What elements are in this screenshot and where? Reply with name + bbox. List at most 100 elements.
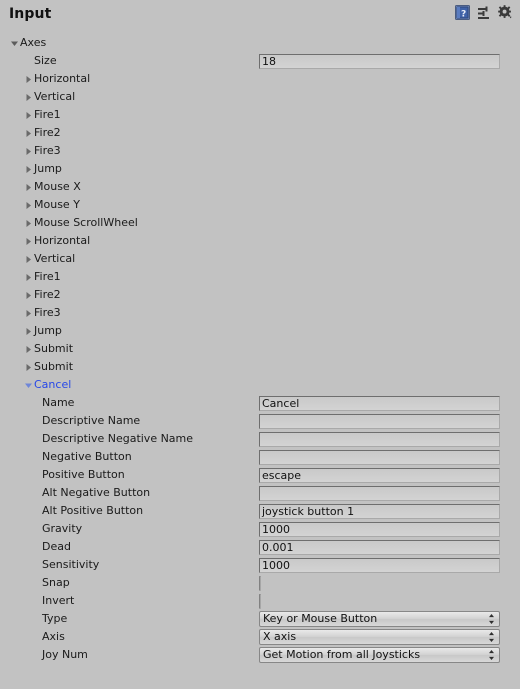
tree-item-submit[interactable]: Submit	[0, 358, 520, 376]
tree-item-label: Fire2	[34, 126, 61, 139]
triangle-right-icon[interactable]	[23, 286, 34, 304]
updown-arrow-icon	[488, 650, 495, 661]
tree-root-axes[interactable]: Axes	[0, 34, 520, 52]
tree-item-label: Submit	[34, 360, 74, 373]
property-row-gravity: Gravity 1000	[0, 520, 520, 538]
property-row-type: Type Key or Mouse Button	[0, 610, 520, 628]
tree-item-label: Fire2	[34, 288, 61, 301]
tree-item-label: Mouse Y	[34, 198, 80, 211]
tree-item-submit[interactable]: Submit	[0, 340, 520, 358]
tree-item-fire3[interactable]: Fire3	[0, 304, 520, 322]
property-label-positive-button: Positive Button	[42, 468, 125, 481]
property-row-snap: Snap	[0, 574, 520, 592]
tree-item-cancel[interactable]: Cancel	[0, 376, 520, 394]
updown-arrow-icon	[488, 632, 495, 643]
tree-item-vertical[interactable]: Vertical	[0, 88, 520, 106]
tree-item-fire1[interactable]: Fire1	[0, 268, 520, 286]
tree-item-vertical[interactable]: Vertical	[0, 250, 520, 268]
triangle-right-icon[interactable]	[23, 322, 34, 340]
property-control-negative-button	[259, 449, 500, 465]
property-row-alt-negative-button: Alt Negative Button	[0, 484, 520, 502]
triangle-right-icon[interactable]	[23, 70, 34, 88]
property-label-joy-num: Joy Num	[42, 648, 88, 661]
tree-item-label: Horizontal	[34, 234, 91, 247]
property-row-descriptive-negative-name: Descriptive Negative Name	[0, 430, 520, 448]
property-row-sensitivity: Sensitivity 1000	[0, 556, 520, 574]
tree-item-label: Jump	[34, 162, 62, 175]
triangle-right-icon[interactable]	[23, 106, 34, 124]
property-row-invert: Invert	[0, 592, 520, 610]
property-control-axis: X axis	[259, 629, 500, 645]
alt-positive-button-input[interactable]: joystick button 1	[259, 503, 500, 519]
triangle-right-icon[interactable]	[23, 124, 34, 142]
page-title: Input	[9, 6, 52, 22]
axes-tree: Axes Size 18 Horizontal Vertical Fire1 Fire…	[0, 34, 520, 394]
gear-icon[interactable]	[498, 5, 513, 20]
tree-root-label: Axes	[20, 36, 47, 49]
property-label-sensitivity: Sensitivity	[42, 558, 100, 571]
size-input[interactable]: 18	[259, 53, 500, 69]
property-label-dead: Dead	[42, 540, 71, 553]
property-row-negative-button: Negative Button	[0, 448, 520, 466]
tree-item-mouse-x[interactable]: Mouse X	[0, 178, 520, 196]
property-label-negative-button: Negative Button	[42, 450, 132, 463]
tree-item-fire1[interactable]: Fire1	[0, 106, 520, 124]
axis-dropdown[interactable]: X axis	[259, 629, 500, 645]
alt-negative-button-input[interactable]	[259, 485, 500, 501]
gravity-input[interactable]: 1000	[259, 521, 500, 537]
triangle-right-icon[interactable]	[23, 268, 34, 286]
tree-item-label: Fire1	[34, 270, 61, 283]
tree-item-mouse-scrollwheel[interactable]: Mouse ScrollWheel	[0, 214, 520, 232]
tree-item-label: Horizontal	[34, 72, 91, 85]
triangle-right-icon[interactable]	[23, 340, 34, 358]
snap-checkbox[interactable]	[259, 575, 261, 591]
property-control-descriptive-negative-name	[259, 431, 500, 447]
preset-icon[interactable]	[477, 6, 491, 20]
negative-button-input[interactable]	[259, 449, 500, 465]
triangle-right-icon[interactable]	[23, 214, 34, 232]
tree-item-fire2[interactable]: Fire2	[0, 286, 520, 304]
triangle-right-icon[interactable]	[23, 232, 34, 250]
tree-item-fire2[interactable]: Fire2	[0, 124, 520, 142]
type-dropdown[interactable]: Key or Mouse Button	[259, 611, 500, 627]
tree-item-horizontal[interactable]: Horizontal	[0, 70, 520, 88]
positive-button-input[interactable]: escape	[259, 467, 500, 483]
triangle-right-icon[interactable]	[23, 304, 34, 322]
tree-item-jump[interactable]: Jump	[0, 322, 520, 340]
tree-item-label: Fire3	[34, 144, 61, 157]
tree-item-horizontal[interactable]: Horizontal	[0, 232, 520, 250]
tree-item-mouse-y[interactable]: Mouse Y	[0, 196, 520, 214]
triangle-down-icon[interactable]	[23, 376, 34, 394]
tree-item-jump[interactable]: Jump	[0, 160, 520, 178]
property-label-invert: Invert	[42, 594, 75, 607]
property-control-alt-negative-button	[259, 485, 500, 501]
tree-item-label: Mouse ScrollWheel	[34, 216, 138, 229]
joy-num-dropdown-value: Get Motion from all Joysticks	[263, 648, 421, 661]
property-control-dead: 0.001	[259, 539, 500, 555]
triangle-down-icon[interactable]	[9, 34, 20, 52]
property-label-gravity: Gravity	[42, 522, 83, 535]
triangle-right-icon[interactable]	[23, 142, 34, 160]
joy-num-dropdown[interactable]: Get Motion from all Joysticks	[259, 647, 500, 663]
property-control-positive-button: escape	[259, 467, 500, 483]
tree-item-fire3[interactable]: Fire3	[0, 142, 520, 160]
invert-checkbox[interactable]	[259, 593, 261, 609]
triangle-right-icon[interactable]	[23, 178, 34, 196]
help-icon[interactable]: ?	[455, 5, 470, 20]
size-row: Size 18	[0, 52, 520, 70]
property-control-invert	[259, 593, 272, 609]
property-control-name: Cancel	[259, 395, 500, 411]
descriptive-name-input[interactable]	[259, 413, 500, 429]
property-row-name: Name Cancel	[0, 394, 520, 412]
name-input[interactable]: Cancel	[259, 395, 500, 411]
dead-input[interactable]: 0.001	[259, 539, 500, 555]
triangle-right-icon[interactable]	[23, 160, 34, 178]
triangle-right-icon[interactable]	[23, 250, 34, 268]
sensitivity-input[interactable]: 1000	[259, 557, 500, 573]
triangle-right-icon[interactable]	[23, 196, 34, 214]
property-control-gravity: 1000	[259, 521, 500, 537]
triangle-right-icon[interactable]	[23, 358, 34, 376]
triangle-right-icon[interactable]	[23, 88, 34, 106]
descriptive-negative-name-input[interactable]	[259, 431, 500, 447]
property-label-type: Type	[42, 612, 68, 625]
